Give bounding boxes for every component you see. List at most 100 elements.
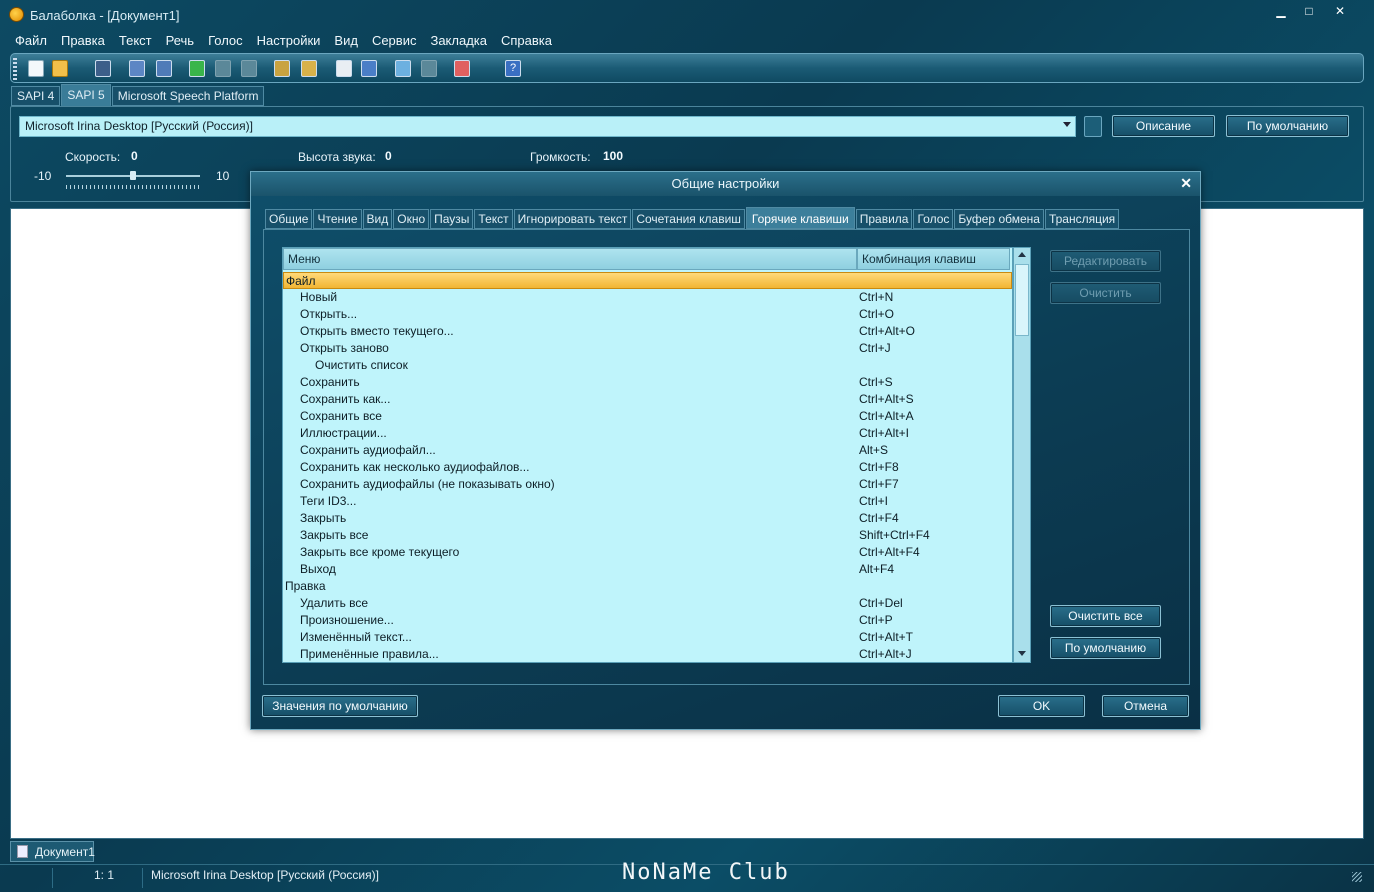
app-icon[interactable] xyxy=(9,7,24,22)
tab-hotkeys[interactable]: Горячие клавиши xyxy=(745,207,855,229)
toolbar-grip[interactable] xyxy=(13,58,17,80)
table-row[interactable]: Выход Alt+F4 xyxy=(283,561,1012,578)
row-menu-cell: Файл xyxy=(286,274,316,288)
table-row[interactable]: Изменённый текст... Ctrl+Alt+T xyxy=(283,629,1012,646)
table-row[interactable]: Новый Ctrl+N xyxy=(283,289,1012,306)
scroll-thumb[interactable] xyxy=(1015,264,1029,336)
new-document-icon[interactable] xyxy=(28,60,44,77)
tab-key-combos[interactable]: Сочетания клавиш xyxy=(632,209,745,229)
save-audio-icon[interactable] xyxy=(129,60,145,77)
clipboard-icon[interactable] xyxy=(274,60,290,77)
table-row[interactable]: Файл xyxy=(283,272,1012,289)
document-tab[interactable]: Документ1 xyxy=(10,841,95,862)
table-row[interactable]: Сохранить Ctrl+S xyxy=(283,374,1012,391)
voice-color-button[interactable] xyxy=(1084,116,1102,137)
table-row[interactable]: Сохранить как несколько аудиофайлов... Ct… xyxy=(283,459,1012,476)
dialog-title: Общие настройки xyxy=(251,172,1200,196)
maximize-button[interactable]: □ xyxy=(1296,2,1322,20)
split-icon[interactable] xyxy=(421,60,437,77)
tab-speech-platform[interactable]: Microsoft Speech Platform xyxy=(111,86,265,106)
menu-voice[interactable]: Голос xyxy=(201,32,250,52)
table-row[interactable]: Применённые правила... Ctrl+Alt+J xyxy=(283,646,1012,662)
table-row[interactable]: Открыть заново Ctrl+J xyxy=(283,340,1012,357)
table-row[interactable]: Сохранить как... Ctrl+Alt+S xyxy=(283,391,1012,408)
table-row[interactable]: Удалить все Ctrl+Del xyxy=(283,595,1012,612)
hotkeys-default-button[interactable]: По умолчанию xyxy=(1050,637,1161,659)
row-menu-cell: Правка xyxy=(285,579,326,593)
menu-bookmark[interactable]: Закладка xyxy=(423,32,494,52)
table-row[interactable]: Теги ID3... Ctrl+I xyxy=(283,493,1012,510)
table-row[interactable]: Закрыть Ctrl+F4 xyxy=(283,510,1012,527)
tab-view[interactable]: Вид xyxy=(362,209,393,229)
batch-icon[interactable] xyxy=(301,60,317,77)
table-row[interactable]: Очистить список xyxy=(283,357,1012,374)
menu-text[interactable]: Текст xyxy=(112,32,159,52)
speed-slider-thumb[interactable] xyxy=(130,171,136,180)
menu-speech[interactable]: Речь xyxy=(159,32,201,52)
minimize-button[interactable]: ▁ xyxy=(1268,2,1294,20)
default-values-button[interactable]: Значения по умолчанию xyxy=(262,695,418,717)
dialog-close-icon[interactable]: ✕ xyxy=(1180,175,1192,192)
ok-button[interactable]: OK xyxy=(998,695,1085,717)
tab-reading[interactable]: Чтение xyxy=(313,209,362,229)
tab-text[interactable]: Текст xyxy=(474,209,513,229)
dictionary-icon[interactable] xyxy=(361,60,377,77)
table-row[interactable]: Сохранить аудиофайл... Alt+S xyxy=(283,442,1012,459)
tab-window[interactable]: Окно xyxy=(393,209,430,229)
tab-voice[interactable]: Голос xyxy=(913,209,954,229)
column-shortcut[interactable]: Комбинация клавиш xyxy=(857,248,1010,270)
column-menu[interactable]: Меню xyxy=(283,248,857,270)
pause-icon[interactable] xyxy=(215,60,231,77)
voice-description-button[interactable]: Описание xyxy=(1112,115,1215,137)
bookmark-icon[interactable] xyxy=(454,60,470,77)
play-icon[interactable] xyxy=(189,60,205,77)
close-button[interactable]: ✕ xyxy=(1327,2,1353,20)
table-row[interactable]: Сохранить все Ctrl+Alt+A xyxy=(283,408,1012,425)
scroll-down-icon[interactable] xyxy=(1018,651,1026,656)
grid-scrollbar[interactable] xyxy=(1013,247,1031,663)
tab-clipboard[interactable]: Буфер обмена xyxy=(954,209,1044,229)
open-folder-icon[interactable] xyxy=(52,60,68,77)
table-row[interactable]: Правка xyxy=(283,578,1012,595)
table-row[interactable]: Произношение... Ctrl+P xyxy=(283,612,1012,629)
clear-button[interactable]: Очистить xyxy=(1050,282,1161,304)
table-row[interactable]: Открыть... Ctrl+O xyxy=(283,306,1012,323)
tab-rules[interactable]: Правила xyxy=(855,209,913,229)
menu-view[interactable]: Вид xyxy=(327,32,365,52)
voice-select[interactable]: Microsoft Irina Desktop [Русский (Россия… xyxy=(19,116,1076,137)
tab-pauses[interactable]: Паузы xyxy=(430,209,474,229)
menu-settings[interactable]: Настройки xyxy=(250,32,328,52)
table-row[interactable]: Иллюстрации... Ctrl+Alt+I xyxy=(283,425,1012,442)
menu-help[interactable]: Справка xyxy=(494,32,559,52)
settings-icon[interactable] xyxy=(336,60,352,77)
tab-general[interactable]: Общие xyxy=(265,209,313,229)
menu-edit[interactable]: Правка xyxy=(54,32,112,52)
pitch-value: 0 xyxy=(385,149,392,163)
table-row[interactable]: Закрыть все Shift+Ctrl+F4 xyxy=(283,527,1012,544)
insert-icon[interactable] xyxy=(395,60,411,77)
tab-ignore-text[interactable]: Игнорировать текст xyxy=(513,209,632,229)
table-row[interactable]: Закрыть все кроме текущего Ctrl+Alt+F4 xyxy=(283,544,1012,561)
table-row[interactable]: Открыть вместо текущего... Ctrl+Alt+O xyxy=(283,323,1012,340)
cancel-button[interactable]: Отмена xyxy=(1102,695,1189,717)
save-icon[interactable] xyxy=(95,60,111,77)
tab-sapi4[interactable]: SAPI 4 xyxy=(11,86,61,106)
tab-broadcast[interactable]: Трансляция xyxy=(1044,209,1120,229)
scroll-up-icon[interactable] xyxy=(1018,252,1026,257)
row-menu-cell: Изменённый текст... xyxy=(300,630,412,644)
table-row[interactable]: Сохранить аудиофайлы (не показывать окно… xyxy=(283,476,1012,493)
menu-file[interactable]: Файл xyxy=(8,32,54,52)
save-audio-split-icon[interactable] xyxy=(156,60,172,77)
stop-icon[interactable] xyxy=(241,60,257,77)
volume-label: Громкость: xyxy=(530,150,591,164)
resize-grip-icon[interactable] xyxy=(1352,872,1362,882)
help-icon[interactable]: ? xyxy=(505,60,521,77)
row-menu-cell: Открыть вместо текущего... xyxy=(300,324,454,338)
edit-button[interactable]: Редактировать xyxy=(1050,250,1161,272)
clear-all-button[interactable]: Очистить все xyxy=(1050,605,1161,627)
tab-sapi5[interactable]: SAPI 5 xyxy=(61,84,111,106)
menu-service[interactable]: Сервис xyxy=(365,32,424,52)
voice-default-button[interactable]: По умолчанию xyxy=(1226,115,1349,137)
row-shortcut-cell: Ctrl+Alt+J xyxy=(859,647,912,661)
hotkeys-grid[interactable]: Меню Комбинация клавиш Файл Новый Ctrl+N От… xyxy=(282,247,1013,663)
